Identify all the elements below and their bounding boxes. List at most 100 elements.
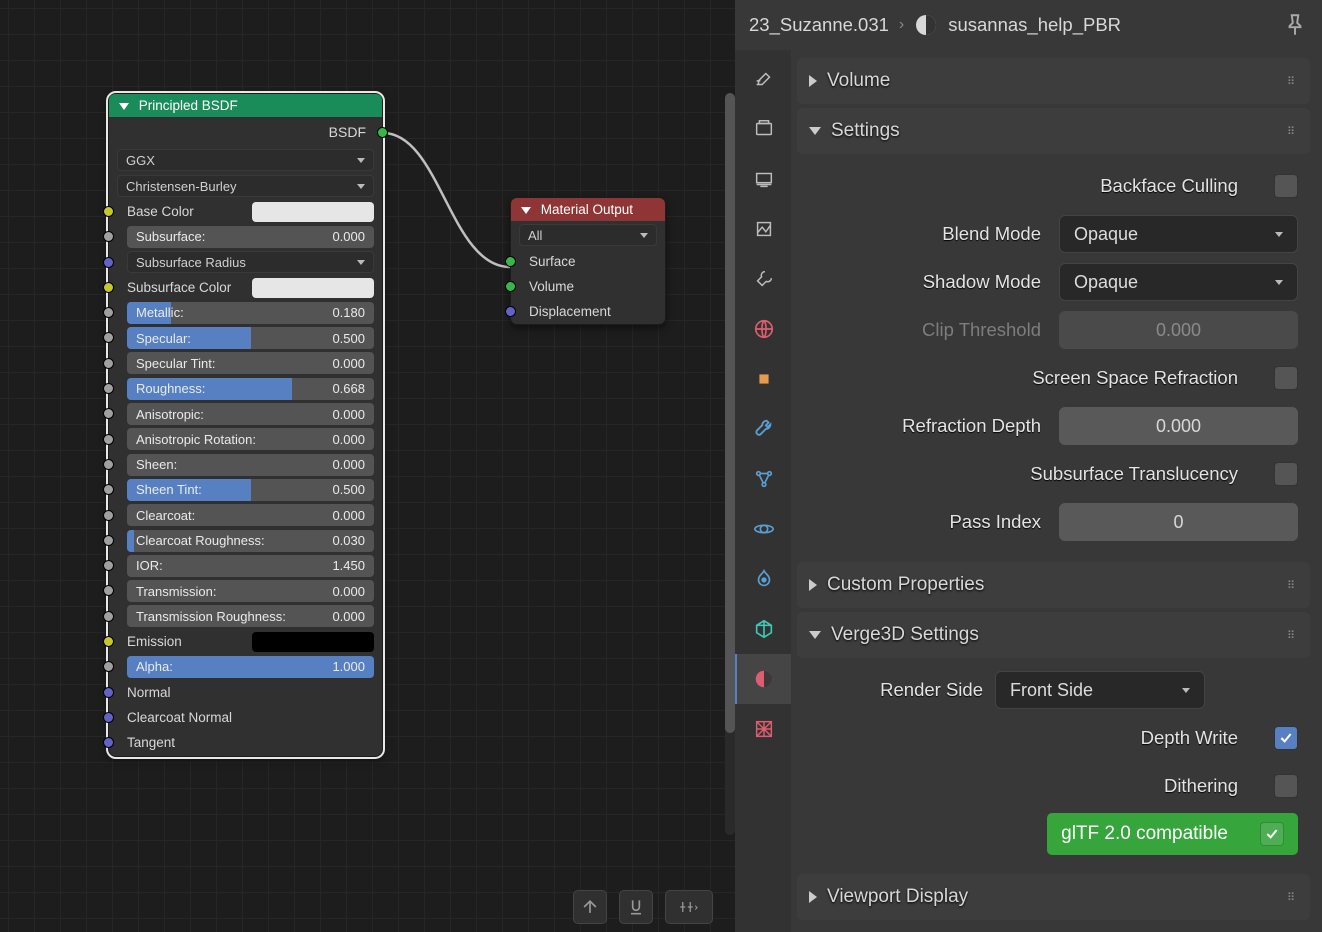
panel-viewport-display-header[interactable]: Viewport Display ⠿ [797,874,1310,920]
breadcrumb[interactable]: 23_Suzanne.031 › susannas_help_PBR [735,0,1322,50]
panel-custom-props-header[interactable]: Custom Properties ⠿ [797,562,1310,608]
socket-input[interactable] [103,661,114,672]
socket-input[interactable] [103,408,114,419]
tab-scene[interactable] [735,304,791,354]
input-slider[interactable]: Specular Tint:0.000 [127,352,374,374]
tab-material[interactable] [735,654,791,704]
socket-input[interactable] [103,535,114,546]
sss-translucency-checkbox[interactable] [1274,462,1298,486]
socket-input[interactable] [505,281,516,292]
ssr-checkbox[interactable] [1274,366,1298,390]
input-slider[interactable]: Sheen:0.000 [127,454,374,476]
input-slider[interactable]: Subsurface:0.000 [127,226,374,248]
tab-output[interactable] [735,154,791,204]
color-swatch[interactable] [252,632,374,652]
dithering-checkbox[interactable] [1274,774,1298,798]
depth-write-checkbox[interactable] [1274,726,1298,750]
socket-input[interactable] [103,636,114,647]
panel-volume-header[interactable]: Volume ⠿ [797,58,1310,104]
tab-render[interactable] [735,104,791,154]
socket-input[interactable] [103,358,114,369]
tab-world[interactable] [735,254,791,304]
tab-particles[interactable] [735,454,791,504]
tab-modifier[interactable] [735,404,791,454]
socket-input[interactable] [103,307,114,318]
drag-grip-icon[interactable]: ⠿ [1287,125,1298,138]
breadcrumb-object[interactable]: 23_Suzanne.031 [749,14,889,36]
pin-icon[interactable] [1282,12,1308,38]
drag-grip-icon[interactable]: ⠿ [1287,75,1298,88]
socket-input[interactable] [103,206,114,217]
socket-input[interactable] [103,459,114,470]
socket-input[interactable] [103,560,114,571]
color-swatch[interactable] [252,278,374,298]
scrollbar-thumb[interactable] [725,93,735,733]
socket-input[interactable] [103,585,114,596]
tab-object[interactable] [735,354,791,404]
socket-input[interactable] [505,306,516,317]
drag-grip-icon[interactable]: ⠿ [1287,579,1298,592]
node-material-output[interactable]: Material Output All SurfaceVolumeDisplac… [510,197,666,325]
node-header[interactable]: Principled BSDF [109,94,382,117]
socket-input[interactable] [103,383,114,394]
input-slider[interactable]: Transmission Roughness:0.000 [127,605,374,627]
socket-input[interactable] [103,712,114,723]
node-principled-bsdf[interactable]: Principled BSDF BSDF GGX Christensen-Bur… [108,93,383,757]
tab-physics[interactable] [735,504,791,554]
input-slider[interactable]: Alpha:1.000 [127,656,374,678]
input-dropdown[interactable]: Subsurface Radius [127,251,374,273]
input-slider[interactable]: Specular:0.500 [127,327,374,349]
distribution-select[interactable]: GGX [117,149,374,171]
input-slider[interactable]: Roughness:0.668 [127,378,374,400]
panel-v3d-header[interactable]: Verge3D Settings ⠿ [797,612,1310,658]
render-side-select[interactable]: Front Side [995,671,1205,709]
socket-input[interactable] [103,434,114,445]
collapse-icon[interactable] [521,207,531,214]
socket-input[interactable] [103,737,114,748]
tab-mesh[interactable] [735,604,791,654]
tab-viewlayer[interactable] [735,204,791,254]
color-swatch[interactable] [252,202,374,222]
shadow-mode-select[interactable]: Opaque [1059,263,1298,301]
gltf-checkbox[interactable] [1260,822,1284,846]
socket-input[interactable] [103,611,114,622]
gltf-compatible-toggle[interactable]: glTF 2.0 compatible [1047,813,1298,855]
socket-input[interactable] [103,687,114,698]
socket-input[interactable] [505,256,516,267]
drag-grip-icon[interactable]: ⠿ [1287,891,1298,904]
input-slider[interactable]: Transmission:0.000 [127,580,374,602]
collapse-icon[interactable] [119,103,129,110]
input-slider[interactable]: Sheen Tint:0.500 [127,479,374,501]
socket-input[interactable] [103,257,114,268]
node-header[interactable]: Material Output [511,198,665,221]
socket-input[interactable] [103,484,114,495]
tab-texture[interactable] [735,704,791,754]
refraction-depth-field[interactable]: 0.000 [1059,407,1298,445]
input-slider[interactable]: Clearcoat Roughness:0.030 [127,530,374,552]
sss-method-select[interactable]: Christensen-Burley [117,175,374,197]
drag-grip-icon[interactable]: ⠿ [1287,629,1298,642]
tab-constraints[interactable] [735,554,791,604]
node-editor-viewport[interactable]: Principled BSDF BSDF GGX Christensen-Bur… [0,0,735,932]
input-slider[interactable]: Metallic:0.180 [127,302,374,324]
input-slider[interactable]: IOR:1.450 [127,555,374,577]
properties-scroll-area[interactable]: Volume ⠿ Settings ⠿ Backface Culling Ble… [791,50,1322,932]
breadcrumb-material[interactable]: susannas_help_PBR [948,14,1121,36]
target-select[interactable]: All [519,224,657,246]
snap-button[interactable] [619,890,653,924]
blend-mode-select[interactable]: Opaque [1059,215,1298,253]
socket-input[interactable] [103,231,114,242]
input-slider[interactable]: Clearcoat:0.000 [127,504,374,526]
backface-culling-checkbox[interactable] [1274,174,1298,198]
socket-output-bsdf[interactable] [377,127,388,138]
socket-input[interactable] [103,332,114,343]
up-arrow-button[interactable] [573,890,607,924]
socket-input[interactable] [103,282,114,293]
input-slider[interactable]: Anisotropic:0.000 [127,403,374,425]
socket-input[interactable] [103,510,114,521]
input-slider[interactable]: Anisotropic Rotation:0.000 [127,428,374,450]
panel-settings-header[interactable]: Settings ⠿ [797,108,1310,154]
tab-tool[interactable] [735,54,791,104]
pivot-button[interactable] [665,890,713,924]
pass-index-field[interactable]: 0 [1059,503,1298,541]
